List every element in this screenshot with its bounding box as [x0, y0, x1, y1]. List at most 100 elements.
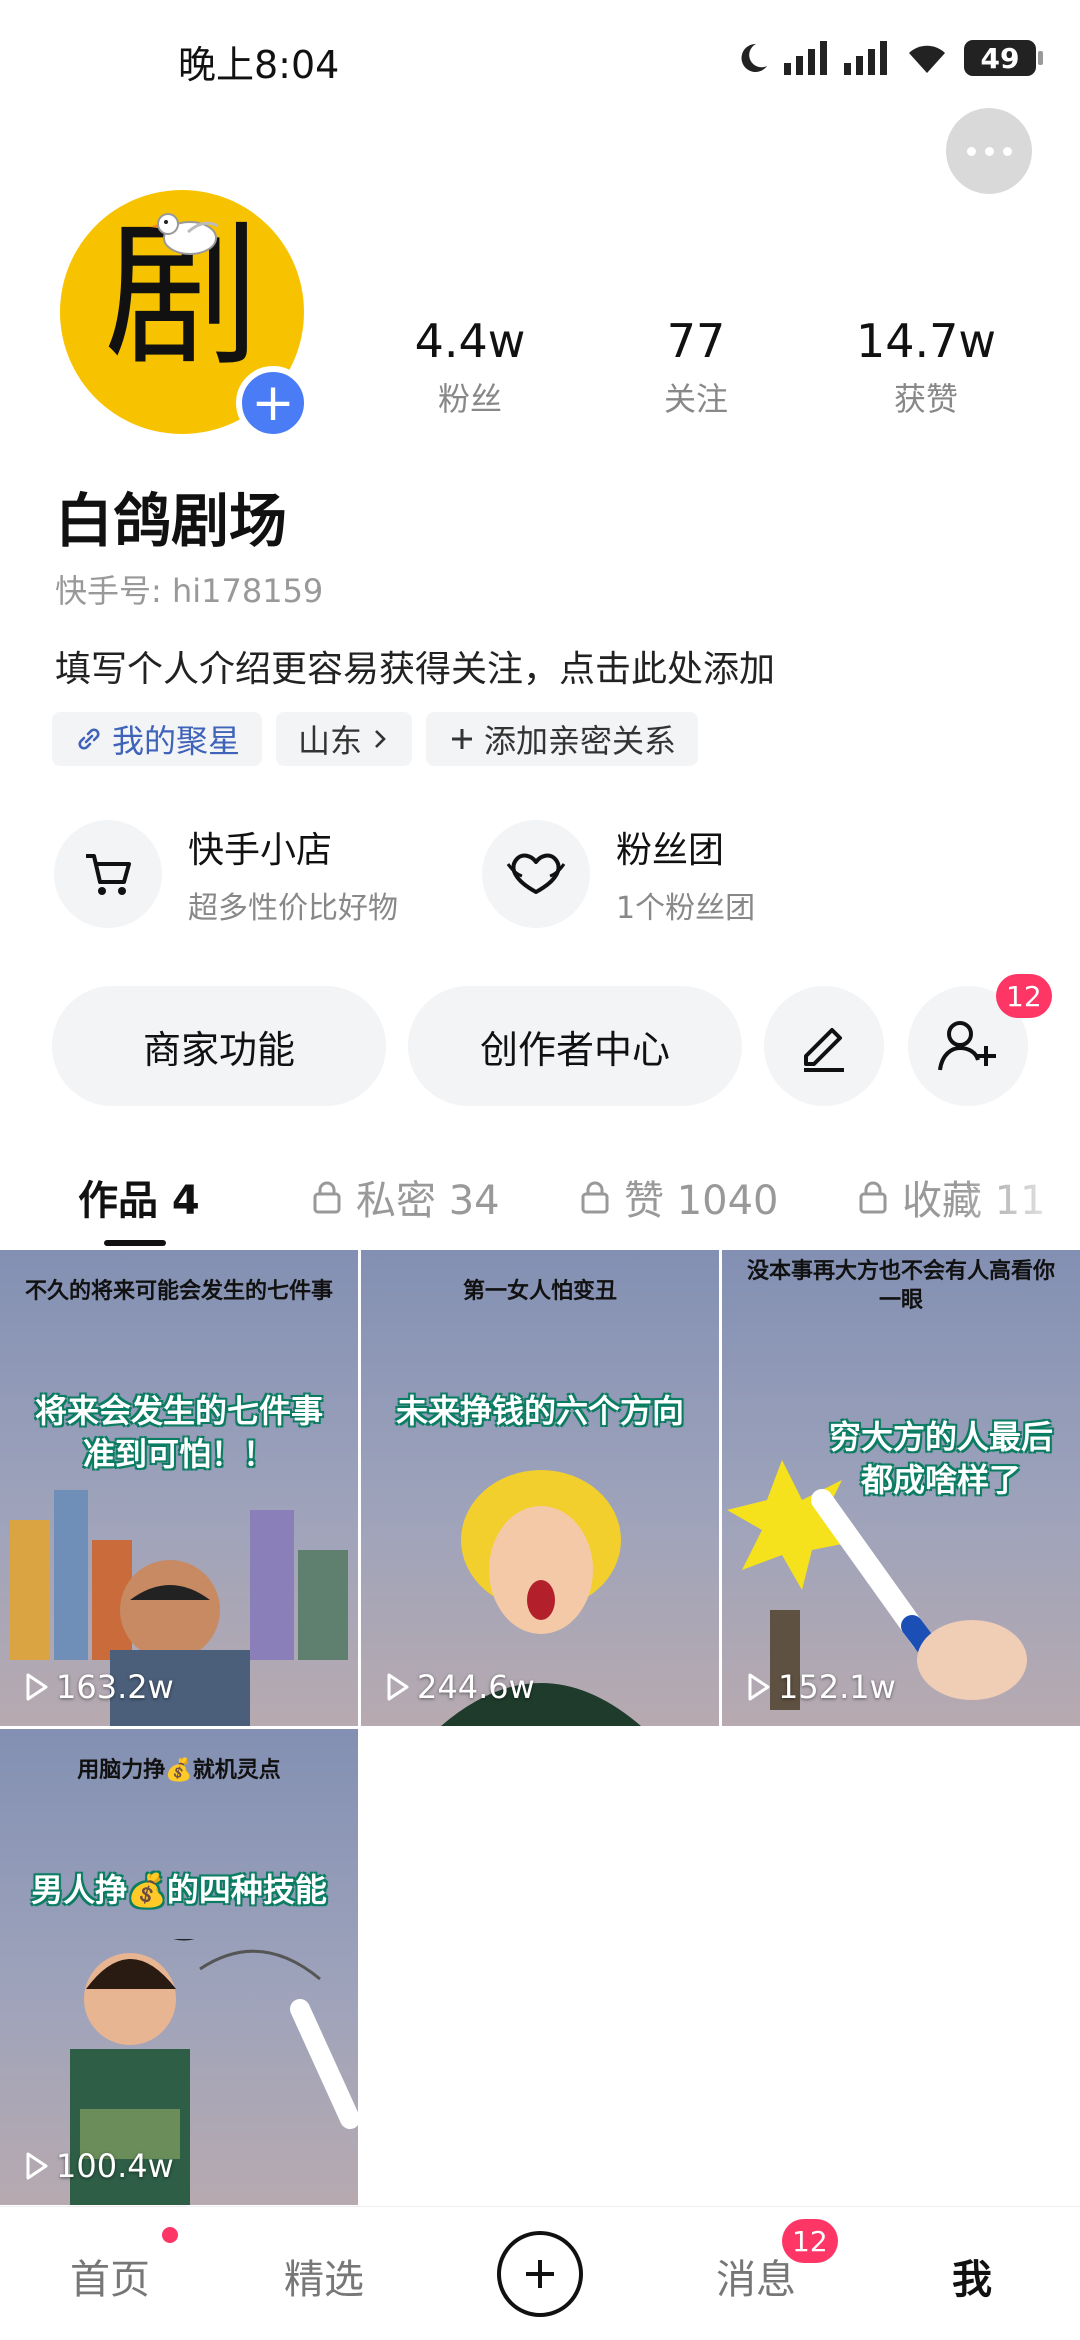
play-icon — [26, 2152, 48, 2180]
shop-entry[interactable]: 快手小店 超多性价比好物 — [54, 820, 398, 928]
fan-group-subtitle: 1个粉丝团 — [616, 891, 756, 926]
tab-fade — [960, 1150, 1080, 1250]
status-bar: 晚上8:04 49 — [0, 0, 1080, 110]
lock-icon — [581, 1181, 609, 1214]
cover-line: 将来会发生的七件事 — [34, 1392, 323, 1430]
tag-label: 添加亲密关系 — [484, 722, 677, 760]
tab-works[interactable]: 作品 4 — [78, 1168, 200, 1226]
view-count: 163.2w — [24, 1668, 174, 1706]
video-card[interactable]: 用脑力挣💰就机灵点 男人挣💰的四种技能 100.4w — [0, 1729, 358, 2205]
pencil-icon — [804, 1028, 844, 1072]
bio-prompt[interactable]: 填写个人介绍更容易获得关注，点击此处添加 — [55, 640, 775, 692]
play-icon — [387, 1673, 409, 1701]
wifi-icon — [909, 45, 945, 73]
nav-me[interactable]: 我 — [952, 2247, 992, 2305]
stat-following[interactable]: 77 关注 — [596, 314, 796, 420]
creator-center-button[interactable]: 创作者中心 — [408, 986, 742, 1106]
cover-line: 都成啥样了 — [860, 1461, 1021, 1500]
link-icon — [78, 728, 100, 750]
dot-icon — [1002, 146, 1012, 156]
avatar[interactable]: 剧 + — [60, 190, 310, 440]
video-cover-text: 穷大方的人最后 都成啥样了 — [762, 1416, 1080, 1502]
view-count-text: 244.6w — [417, 1668, 535, 1706]
stat-label: 获赞 — [893, 380, 958, 418]
tag-add-relation[interactable]: 添加亲密关系 — [426, 712, 699, 766]
tab-liked[interactable]: 赞 1040 — [580, 1168, 779, 1226]
status-icons: 49 — [736, 36, 1043, 80]
heart-mask-icon — [482, 820, 590, 928]
add-avatar-button[interactable]: + — [236, 366, 310, 440]
add-friend-button[interactable]: 12 — [908, 974, 1052, 1106]
play-icon — [26, 1673, 48, 1701]
fan-group-entry[interactable]: 粉丝团 1个粉丝团 — [482, 820, 755, 928]
stat-value: 4.4w — [414, 314, 526, 368]
bottom-nav: 首页 精选 消息 12 我 — [0, 2206, 1080, 2340]
video-title: 第一女人怕变丑 — [462, 1279, 617, 1304]
nav-home-dot — [162, 2227, 178, 2243]
tag-label: 山东 — [298, 722, 363, 760]
status-time: 晚上8:04 — [178, 43, 340, 87]
video-title: 没本事再大方也不会有人高看你一眼 — [746, 1259, 1055, 1313]
view-count-text: 100.4w — [56, 2147, 174, 2185]
stat-label: 粉丝 — [437, 380, 502, 418]
cover-line: 穷大方的人最后 — [828, 1418, 1053, 1456]
signal-icon — [784, 41, 827, 75]
view-count: 244.6w — [385, 1668, 535, 1706]
video-card[interactable]: 第一女人怕变丑 未来挣钱的六个方向 244.6w — [361, 1250, 719, 1726]
lock-icon — [859, 1181, 887, 1214]
video-card[interactable]: 没本事再大方也不会有人高看你一眼 穷大方的人最后 都成啥样了 152.1w — [722, 1250, 1080, 1726]
friend-request-badge: 12 — [996, 974, 1052, 1018]
stat-value: 77 — [666, 314, 726, 368]
kuaishou-id[interactable]: 快手号: hi178159 — [55, 566, 323, 612]
fan-group-title: 粉丝团 — [616, 830, 725, 871]
more-options-button[interactable] — [946, 108, 1032, 194]
add-user-icon — [938, 1021, 996, 1071]
create-button[interactable] — [497, 2231, 583, 2317]
video-cover-text: 将来会发生的七件事 准到可怕！！ — [0, 1390, 358, 1476]
shop-title: 快手小店 — [188, 830, 333, 871]
merchant-functions-button[interactable]: 商家功能 — [52, 986, 386, 1106]
view-count: 152.1w — [746, 1668, 896, 1706]
shop-subtitle: 超多性价比好物 — [188, 891, 398, 926]
cart-icon — [54, 820, 162, 928]
active-tab-indicator — [104, 1240, 166, 1246]
stat-label: 关注 — [663, 380, 728, 418]
tab-label: 作品 4 — [78, 1178, 200, 1224]
nav-messages[interactable]: 消息 — [716, 2247, 796, 2305]
stat-likes[interactable]: 14.7w 获赞 — [826, 314, 1026, 420]
video-cover-text: 男人挣💰的四种技能 — [31, 1871, 327, 1909]
tag-label: 我的聚星 — [112, 722, 241, 760]
edit-profile-button[interactable] — [764, 986, 884, 1106]
dot-icon — [984, 146, 994, 156]
lock-icon — [313, 1181, 341, 1214]
messages-badge: 12 — [782, 2219, 838, 2263]
moon-icon — [741, 43, 767, 72]
content-tabs: 作品 4 私密 34 赞 1040 收藏 11 — [0, 1150, 1080, 1250]
tab-label: 私密 34 — [356, 1178, 500, 1224]
video-card[interactable]: 不久的将来可能会发生的七件事 将来会发生的七件事 准到可怕！！ 163.2w — [0, 1250, 358, 1726]
nav-featured[interactable]: 精选 — [284, 2247, 364, 2305]
dot-icon — [966, 146, 976, 156]
tab-label: 赞 1040 — [624, 1178, 779, 1224]
cover-line: 准到可怕！！ — [82, 1435, 275, 1474]
tab-private[interactable]: 私密 34 — [312, 1168, 500, 1226]
battery-indicator: 49 — [964, 40, 1043, 76]
tag-location[interactable]: 山东 — [276, 712, 413, 766]
view-count-text: 163.2w — [56, 1668, 174, 1706]
dove-icon — [150, 213, 219, 255]
nickname: 白鸽剧场 — [55, 487, 288, 555]
stat-value: 14.7w — [855, 314, 997, 368]
video-cover-text: 未来挣钱的六个方向 — [395, 1392, 684, 1430]
video-title: 不久的将来可能会发生的七件事 — [24, 1279, 333, 1304]
play-icon — [748, 1673, 770, 1701]
chevron-right-icon — [375, 730, 386, 748]
signal-icon — [844, 41, 887, 75]
plus-icon — [526, 2260, 554, 2288]
nav-home[interactable]: 首页 — [70, 2247, 150, 2305]
profile-tags: 我的聚星 山东 添加亲密关系 — [52, 712, 699, 766]
view-count-text: 152.1w — [778, 1668, 896, 1706]
video-title: 用脑力挣💰就机灵点 — [77, 1758, 281, 1783]
tag-jingxing[interactable]: 我的聚星 — [52, 712, 263, 766]
stat-fans[interactable]: 4.4w 粉丝 — [370, 314, 570, 420]
plus-icon — [452, 729, 473, 749]
